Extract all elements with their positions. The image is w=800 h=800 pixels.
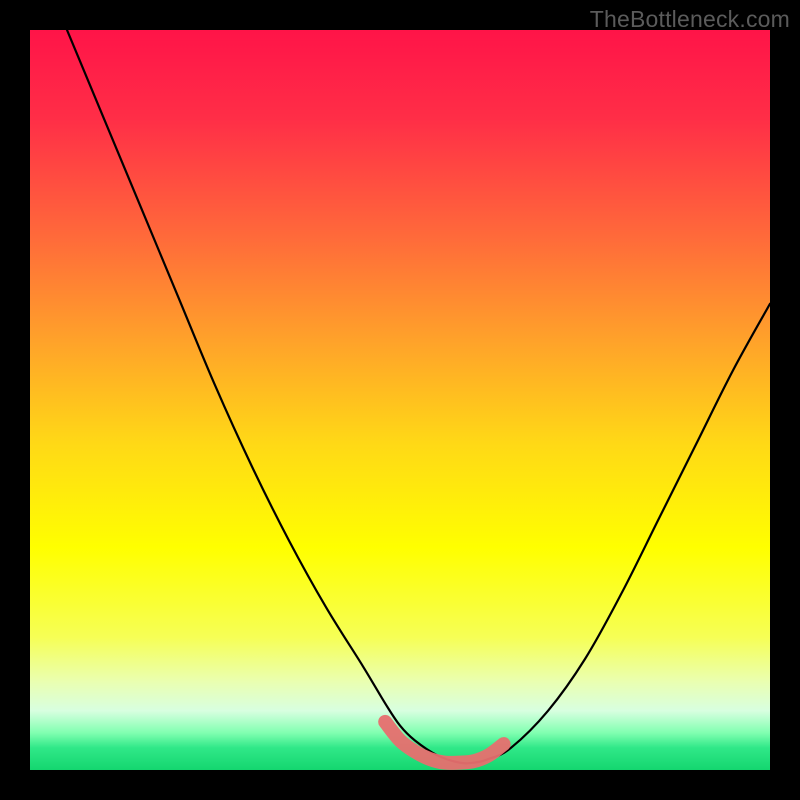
chart-frame: TheBottleneck.com: [0, 0, 800, 800]
watermark-label: TheBottleneck.com: [590, 6, 790, 33]
plot-area: [30, 30, 770, 770]
background-gradient: [30, 30, 770, 770]
